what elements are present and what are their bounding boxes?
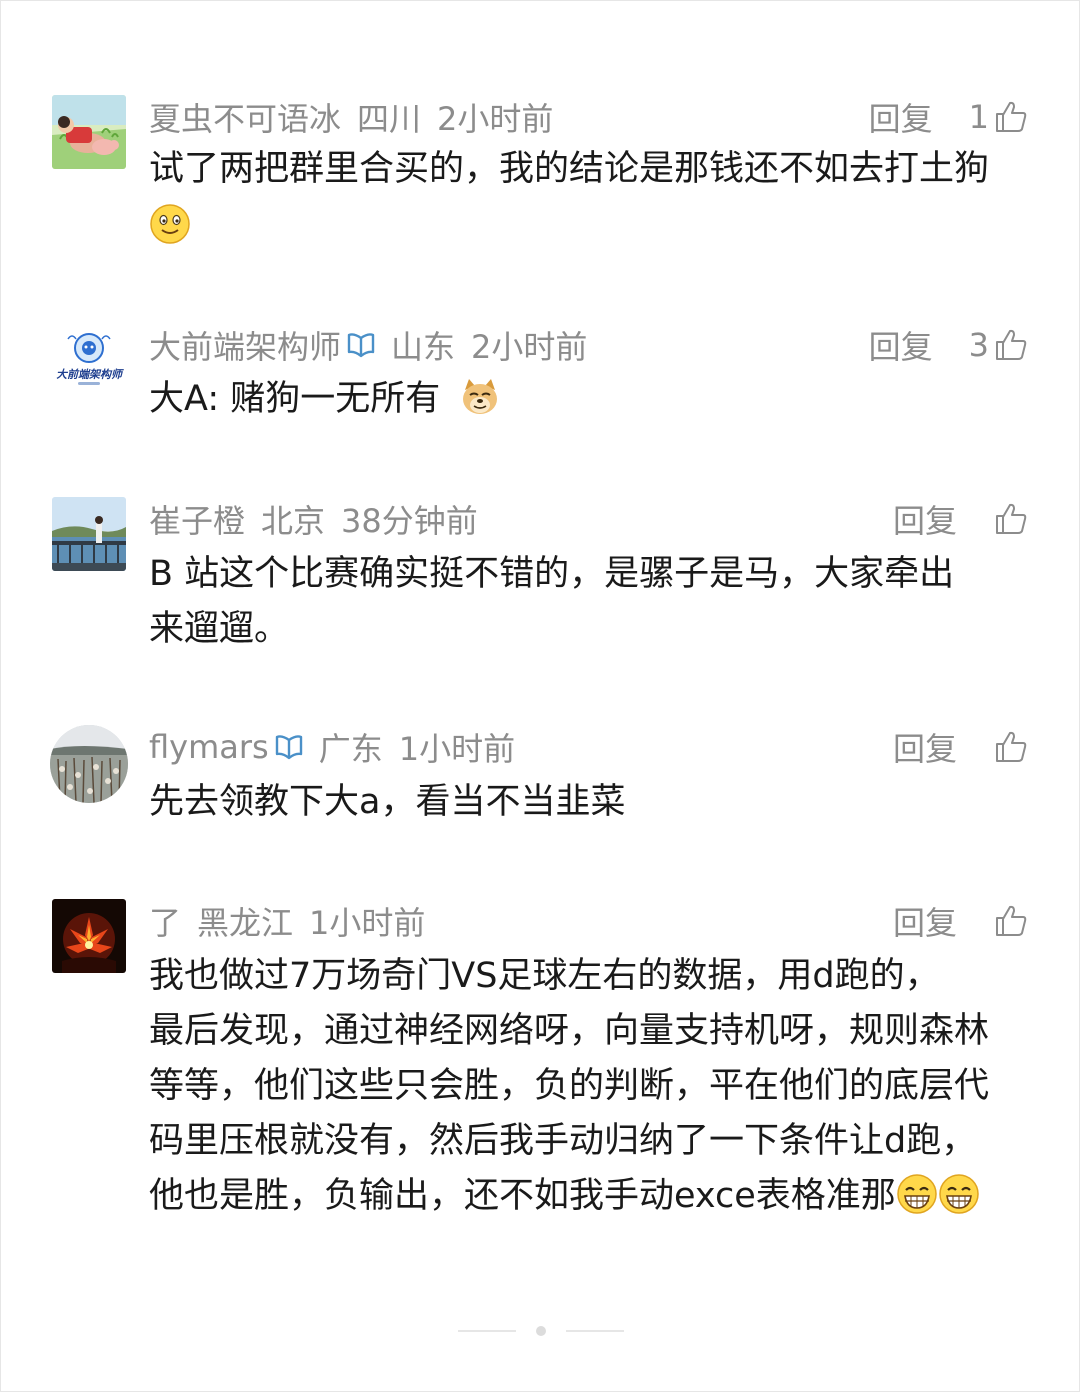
comment-meta: 夏虫不可语冰 四川 2小时前 xyxy=(149,95,569,139)
comment-text-line: 他也是胜，负输出，还不如我手动exce表格准那 xyxy=(149,1176,896,1216)
comment-text-content: 试了两把群里合买的，我的结论是那钱还不如去打土狗 xyxy=(149,149,990,189)
username[interactable]: 崔子橙 xyxy=(149,496,245,542)
avatar[interactable] xyxy=(52,95,126,169)
avatar-image: 大前端架构师 xyxy=(52,323,126,397)
comment-text-content: 先去领教下大a，看当不当韭菜 xyxy=(149,782,626,822)
comment-text: 我也做过7万场奇门VS足球左右的数据，用d跑的， 最后发现，通过神经网络呀，向量… xyxy=(149,949,1039,1224)
comment-meta: flymars 广东 1小时前 xyxy=(149,725,531,769)
reply-button[interactable]: 回复 xyxy=(893,496,957,542)
username[interactable]: 了 xyxy=(149,898,181,944)
timestamp: 38分钟前 xyxy=(341,502,478,540)
comment-meta: 崔子橙 北京 38分钟前 xyxy=(149,497,494,541)
avatar[interactable] xyxy=(52,497,126,571)
page-indicator xyxy=(1,1325,1080,1337)
comment-text-line: 最后发现，通过神经网络呀，向量支持机呀，规则森林 xyxy=(149,1011,990,1051)
indicator-dot xyxy=(536,1326,546,1336)
reply-button[interactable]: 回复 xyxy=(893,898,957,944)
reply-button[interactable]: 回复 xyxy=(893,724,957,770)
comment-text-line: B 站这个比赛确实挺不错的，是骡子是马，大家牵出 xyxy=(149,554,955,594)
avatar-image xyxy=(52,497,126,571)
location: 北京 xyxy=(261,502,326,540)
avatar-logo-text: 大前端架构师 xyxy=(56,368,124,381)
comment-text-line: 码里压根就没有，然后我手动归纳了一下条件让d跑， xyxy=(149,1121,977,1161)
doge-emoji xyxy=(459,376,501,418)
verified-badge-icon xyxy=(347,333,375,358)
username[interactable]: flymars xyxy=(149,728,269,766)
thumbs-up-icon[interactable] xyxy=(993,729,1029,765)
thumbs-up-icon[interactable] xyxy=(993,327,1029,363)
comment-list-frame: 夏虫不可语冰 四川 2小时前 回复 1 试了两把群里合买的，我的结论是那钱还不如… xyxy=(0,0,1080,1392)
thumbs-up-icon[interactable] xyxy=(993,501,1029,537)
grin-emoji xyxy=(896,1173,938,1215)
avatar[interactable]: 大前端架构师 xyxy=(52,323,126,397)
avatar-image xyxy=(50,725,128,803)
comment-text: 先去领教下大a，看当不当韭菜 xyxy=(149,775,1039,830)
like-count: 1 xyxy=(968,98,989,136)
comment-actions: 回复 xyxy=(893,899,1029,943)
comment-actions: 回复 xyxy=(893,725,1029,769)
comment-actions: 回复 xyxy=(893,497,1029,541)
thumbs-up-icon[interactable] xyxy=(993,99,1029,135)
location: 黑龙江 xyxy=(197,904,294,942)
thumbs-up-icon[interactable] xyxy=(993,903,1029,939)
comment-text-content: 大A: 赌狗一无所有 xyxy=(149,379,441,419)
indicator-line-right xyxy=(566,1330,624,1332)
avatar-image xyxy=(52,95,126,169)
avatar-image xyxy=(52,899,126,973)
smile-emoji xyxy=(149,203,191,245)
comment-text-line: 等等，他们这些只会胜，负的判断，平在他们的底层代 xyxy=(149,1066,990,1106)
comment-text: 试了两把群里合买的，我的结论是那钱还不如去打土狗 xyxy=(149,142,1039,254)
grin-emoji xyxy=(938,1173,980,1215)
comment-text-line: 来遛遛。 xyxy=(149,609,290,649)
avatar[interactable] xyxy=(50,725,128,803)
location: 山东 xyxy=(391,328,456,366)
comment-meta: 大前端架构师 山东 2小时前 xyxy=(149,323,603,367)
username[interactable]: 大前端架构师 xyxy=(149,322,341,368)
comment-text-line: 我也做过7万场奇门VS足球左右的数据，用d跑的， xyxy=(149,956,940,996)
reply-button[interactable]: 回复 xyxy=(869,94,933,140)
comment-meta: 了 黑龙江 1小时前 xyxy=(149,899,441,943)
comment-text: 大A: 赌狗一无所有 xyxy=(149,372,1039,427)
avatar[interactable] xyxy=(52,899,126,973)
timestamp: 2小时前 xyxy=(437,100,554,138)
indicator-line-left xyxy=(458,1330,516,1332)
reply-button[interactable]: 回复 xyxy=(869,322,933,368)
timestamp: 1小时前 xyxy=(309,904,426,942)
location: 四川 xyxy=(357,100,422,138)
comment-text: B 站这个比赛确实挺不错的，是骡子是马，大家牵出 来遛遛。 xyxy=(149,547,1039,657)
timestamp: 1小时前 xyxy=(398,730,516,768)
location: 广东 xyxy=(318,730,383,768)
verified-badge-icon xyxy=(275,735,302,760)
comment-actions: 回复 1 xyxy=(869,95,1029,139)
like-count: 3 xyxy=(968,326,989,364)
timestamp: 2小时前 xyxy=(471,328,588,366)
comment-actions: 回复 3 xyxy=(869,323,1029,367)
username[interactable]: 夏虫不可语冰 xyxy=(149,94,341,140)
comment-text-line-last: 他也是胜，负输出，还不如我手动exce表格准那 xyxy=(149,1169,1039,1224)
